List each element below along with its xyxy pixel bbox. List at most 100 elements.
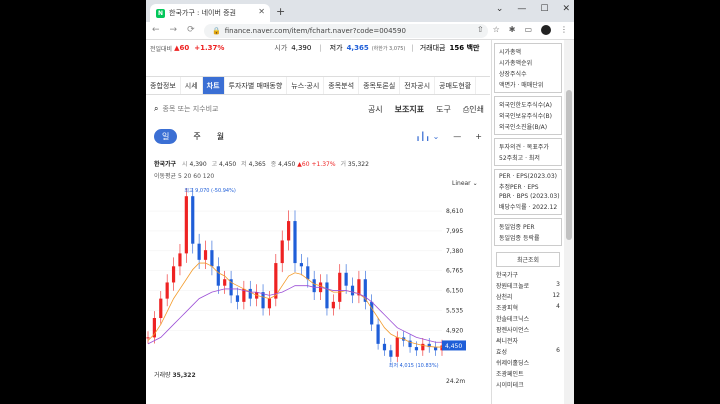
address-bar: ← → ⟳ 🔒 finance.naver.com/item/fchart.na… [146, 22, 574, 40]
recent-item[interactable]: 삼천리 12 [492, 291, 564, 302]
ma20-line [147, 262, 442, 348]
change-pct: +1.37% [194, 44, 225, 52]
foreign-box: 외국인한도주식수(A) 외국인보유주식수(B) 외국인소진율(B/A) [494, 96, 562, 135]
recent-item[interactable]: 조광피혁 4 [492, 302, 564, 313]
recent-item-value: 12 [552, 292, 560, 299]
menu-tab[interactable]: 종합정보 [146, 77, 181, 94]
candle-body [350, 285, 355, 296]
menu-tab[interactable]: 차트 [202, 77, 225, 94]
recent-item[interactable]: 한국가구 [492, 269, 564, 280]
side-info-item: 외국인보유주식수(B) [499, 113, 552, 120]
recent-item-value: 4 [556, 303, 560, 310]
reload-icon[interactable]: ⟳ [187, 25, 195, 35]
period-row: 일 주 월 ╻┃╻ ⌄ — + [146, 125, 490, 147]
candle-body [235, 295, 240, 302]
recent-list: 한국가구 장원테크놀로 3 삼천리 12 조광피혁 4 한솔테크닉스팜젠사이언스 써니전자효성 6… [492, 269, 564, 390]
candle-body [267, 298, 272, 309]
tab-close-icon[interactable]: ✕ [258, 7, 265, 16]
side-info-item: PER · EPS(2023.03) [499, 173, 558, 180]
recent-item-name: 팜젠사이언스 [496, 327, 530, 334]
url-input[interactable]: 🔒 finance.naver.com/item/fchart.naver?co… [204, 24, 488, 38]
candle-body [159, 298, 163, 318]
recent-item[interactable]: 장원테크놀로 3 [492, 280, 564, 291]
candle-body [434, 347, 438, 351]
chevron-down-icon[interactable]: ⌄ [496, 4, 504, 14]
disclosure-button[interactable]: 공시 [368, 104, 383, 115]
recent-item-value: 6 [556, 347, 560, 354]
period-month-tab[interactable]: 월 [217, 131, 224, 142]
y-tick-label: 8,610 [446, 208, 463, 215]
forward-icon[interactable]: → [170, 25, 178, 35]
tools-button[interactable]: 도구 [436, 104, 451, 115]
ohlc-info: 한국가구 시 4,390 고 4,450 저 4,365 종 4,450 ▲60… [154, 161, 369, 168]
ma-legend[interactable]: 이동평균 5 20 60 120 [154, 171, 214, 180]
close-icon[interactable]: ✕ [562, 4, 570, 14]
compare-search-input[interactable] [162, 105, 283, 113]
last-price-label: 4,450 [445, 343, 462, 350]
candle-body [287, 221, 291, 241]
print-button[interactable]: ⎙인쇄 [463, 104, 484, 115]
side-info-item: 액면가 · 매매단위 [499, 82, 544, 89]
period-week-tab[interactable]: 주 [193, 131, 200, 142]
y-tick-label: 5,535 [446, 307, 463, 314]
side-info-item: 시가총액 [499, 49, 522, 56]
scrollbar-thumb[interactable] [566, 90, 572, 240]
recent-item[interactable]: 한솔테크닉스 [492, 313, 564, 324]
scale-select[interactable]: Linear ⌄ [452, 180, 478, 187]
recent-item-name: 장원테크놀로 [496, 283, 530, 290]
recent-item[interactable]: 시이미테크 [492, 379, 564, 390]
candle-body [280, 240, 284, 264]
minimize-icon[interactable]: — [517, 4, 526, 14]
browser-tab[interactable]: N 한국가구 : 네이버 증권 ✕ [150, 4, 270, 22]
scrollbar[interactable] [564, 40, 574, 404]
lock-icon: 🔒 [212, 27, 221, 35]
recent-item-name: 쉬제이홀딩스 [496, 360, 530, 367]
tab-title: 한국가구 : 네이버 증권 [169, 9, 236, 17]
candle-body [414, 347, 419, 351]
candle-type-icon[interactable]: ╻┃╻ ⌄ [416, 132, 440, 141]
menu-icon[interactable]: ⋮ [560, 25, 568, 35]
recent-item[interactable]: 팜젠사이언스 [492, 324, 564, 335]
candle-body [312, 279, 316, 293]
share-icon[interactable]: ⇧ [477, 25, 484, 35]
volume-axis-label: 24.2m [446, 378, 466, 385]
period-day-tab[interactable]: 일 [154, 128, 178, 144]
candle-body [293, 221, 297, 264]
ma60-line [147, 285, 442, 345]
menu-tab[interactable]: 투자자별 매매동향 [225, 77, 288, 94]
amount-value: 156 백만 [449, 44, 480, 52]
y-tick-label: 7,380 [446, 248, 463, 255]
recent-item-name: 시이미테크 [496, 382, 524, 389]
zoom-out-icon[interactable]: — [453, 132, 461, 141]
search-icon[interactable]: ⌕ [154, 104, 158, 114]
menu-tab[interactable]: 공매도현황 [435, 77, 477, 94]
menu-tab[interactable]: 뉴스·공시 [287, 77, 325, 94]
maximize-icon[interactable]: ☐ [540, 4, 548, 14]
menu-tab[interactable]: 종목분석 [324, 77, 360, 94]
avatar[interactable] [541, 25, 551, 35]
naver-favicon-icon: N [156, 8, 165, 18]
indicator-button[interactable]: 보조지표 [395, 104, 424, 115]
candle-body [171, 266, 176, 283]
recent-item[interactable]: 효성 6 [492, 346, 564, 357]
right-info-panel: 시가총액 시가총액순위 상장주식수 액면가 · 매매단위 외국인한도주식수(A) 외국인보… [491, 40, 564, 404]
price-chart[interactable]: 8,610 7,995 7,380 6,765 6,150 5,535 4,920 최고 9,… [146, 188, 490, 368]
new-tab-icon[interactable]: + [276, 5, 285, 18]
recent-item[interactable]: 조광페인트 [492, 368, 564, 379]
zoom-in-icon[interactable]: + [475, 132, 482, 141]
back-icon[interactable]: ← [152, 25, 160, 35]
y-tick-label: 6,765 [446, 268, 463, 275]
recent-item[interactable]: 쉬제이홀딩스 [492, 357, 564, 368]
side-info-item: 외국인소진율(B/A) [499, 124, 548, 131]
star-icon[interactable]: ☆ [493, 25, 500, 35]
extensions-icon[interactable]: ✱ [509, 25, 516, 35]
menu-tab[interactable]: 시세 [181, 77, 203, 94]
recent-item[interactable]: 써니전자 [492, 335, 564, 346]
candle-body [395, 337, 399, 357]
menu-tab[interactable]: 전자공시 [400, 77, 436, 94]
sidepanel-icon[interactable]: ▭ [524, 25, 532, 35]
candle-body [165, 282, 169, 299]
recent-item-name: 효성 [496, 349, 508, 356]
volume-label: 거래량 35,322 [154, 372, 196, 379]
menu-tab[interactable]: 종목토론실 [359, 77, 401, 94]
